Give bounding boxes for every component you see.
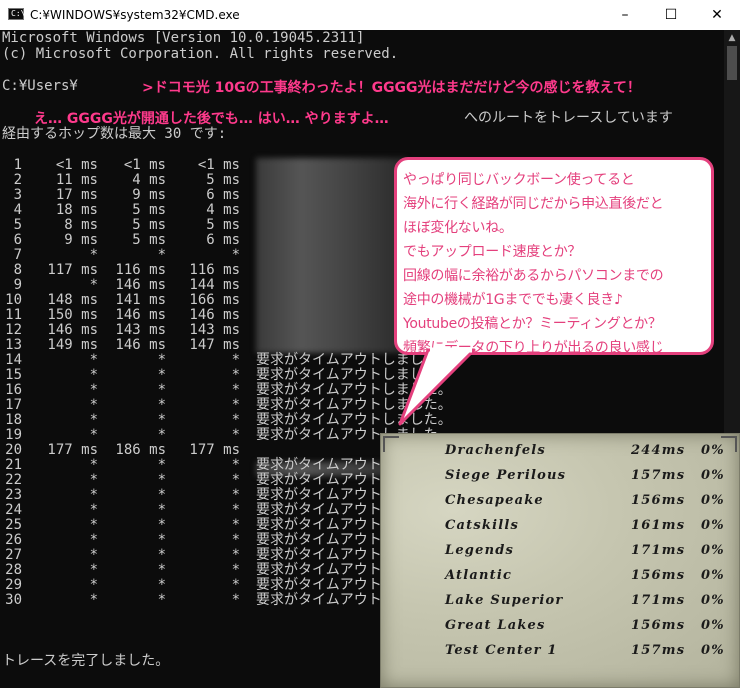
speech-bubble-tail	[398, 347, 476, 426]
